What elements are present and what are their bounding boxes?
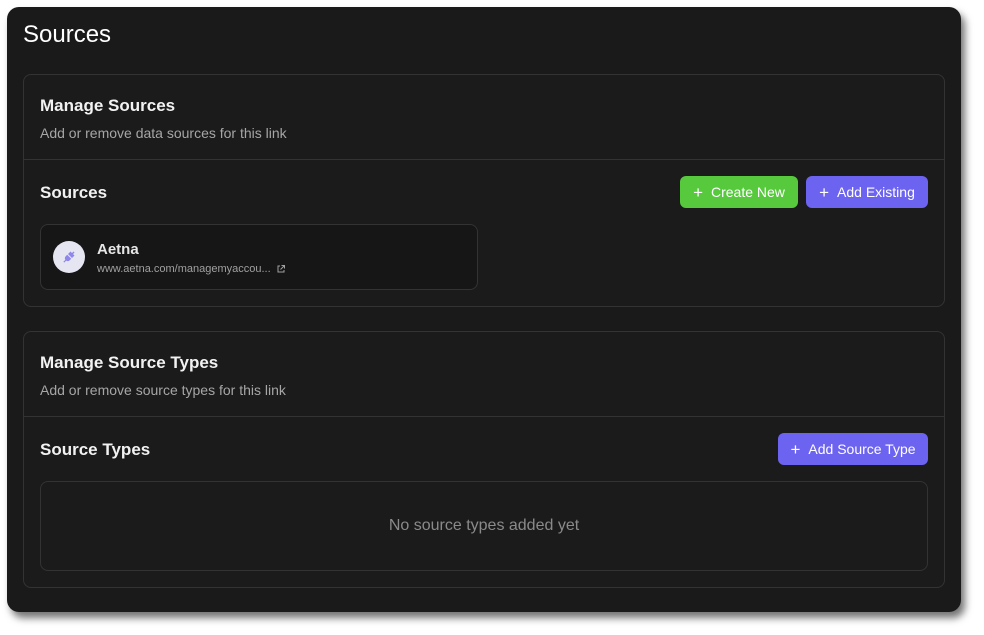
add-source-type-label: Add Source Type [808, 441, 916, 457]
plus-icon: + [790, 439, 801, 459]
manage-source-types-title: Manage Source Types [40, 353, 219, 372]
external-link-icon [277, 265, 285, 273]
page-title: Sources [23, 21, 112, 48]
source-name: Aetna [97, 241, 139, 258]
plus-icon: + [693, 182, 703, 202]
source-types-empty-state: No source types added yet [40, 481, 928, 571]
source-types-section-title: Source Types [40, 440, 151, 459]
source-url: www.aetna.com/managemyaccou... [97, 263, 271, 275]
manage-source-types-card: Manage Source Types Add or remove source… [23, 331, 945, 588]
source-url-link[interactable]: www.aetna.com/managemyaccou... [97, 263, 286, 275]
create-new-button[interactable]: + Create New [680, 176, 798, 208]
plug-icon [53, 241, 85, 273]
manage-sources-card: Manage Sources Add or remove data source… [23, 74, 945, 307]
manage-sources-description: Add or remove data sources for this link [40, 125, 287, 141]
manage-sources-title: Manage Sources [40, 96, 176, 115]
add-existing-label: Add Existing [837, 184, 915, 200]
sources-section-title: Sources [40, 183, 108, 202]
manage-sources-header: Manage Sources Add or remove data source… [24, 75, 944, 160]
create-new-label: Create New [711, 184, 785, 200]
add-existing-button[interactable]: + Add Existing [806, 176, 928, 208]
sources-window: Sources Manage Sources Add or remove dat… [7, 7, 961, 612]
manage-source-types-header: Manage Source Types Add or remove source… [24, 332, 944, 417]
source-item[interactable]: Aetna www.aetna.com/managemyaccou... [40, 224, 478, 290]
plus-icon: + [819, 182, 830, 202]
add-source-type-button[interactable]: + Add Source Type [778, 433, 928, 465]
empty-state-text: No source types added yet [388, 517, 580, 534]
manage-source-types-description: Add or remove source types for this link [40, 382, 286, 398]
